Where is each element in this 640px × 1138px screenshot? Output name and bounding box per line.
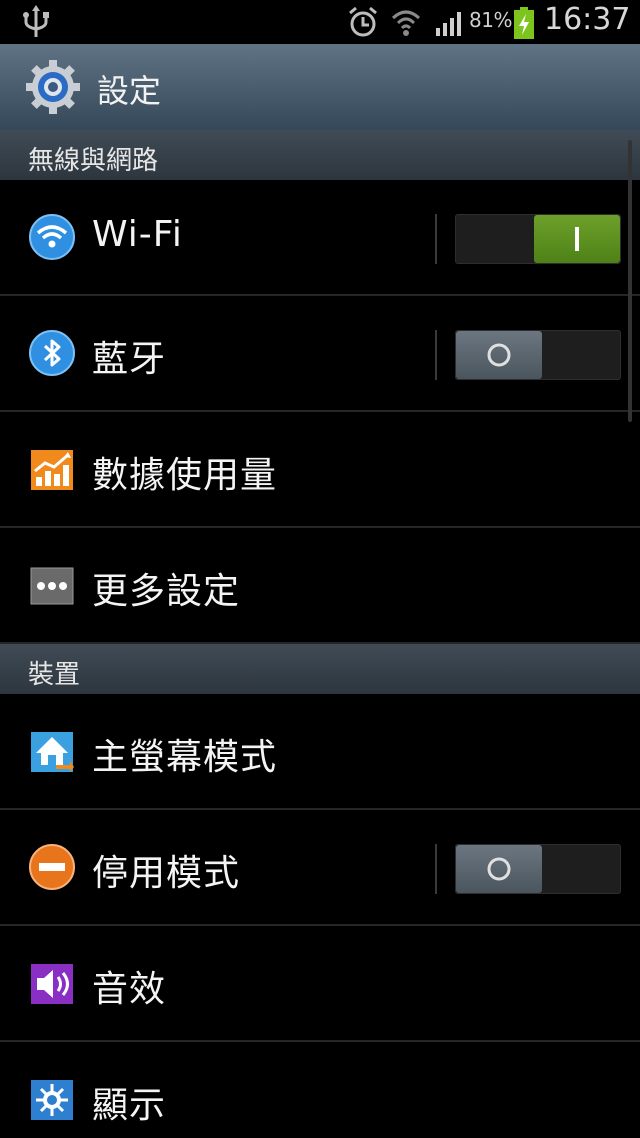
clock: 16:37 — [544, 2, 631, 37]
section-header-device: 裝置 — [0, 644, 640, 694]
settings-item-label: 數據使用量 — [92, 455, 278, 496]
alarm-icon — [349, 6, 377, 37]
settings-item-wifi[interactable]: Wi-Fi — [0, 180, 640, 296]
settings-item-sound[interactable]: 音效 — [0, 926, 640, 1042]
home-screen-mode-icon — [31, 732, 74, 772]
settings-item-label: 停用模式 — [92, 853, 241, 894]
settings-item-bluetooth[interactable]: 藍牙 — [0, 296, 640, 412]
scrollbar[interactable] — [628, 140, 632, 422]
settings-item-data-usage[interactable]: 數據使用量 — [0, 412, 640, 528]
settings-item-label: 顯示 — [92, 1085, 167, 1126]
data-usage-icon — [31, 450, 73, 490]
settings-item-display[interactable]: 顯示 — [0, 1042, 640, 1138]
blocking-mode-toggle[interactable] — [455, 844, 621, 894]
settings-item-label: 藍牙 — [92, 339, 167, 380]
bluetooth-icon — [29, 330, 75, 376]
usb-icon — [23, 5, 49, 37]
settings-item-home-screen-mode[interactable]: 主螢幕模式 — [0, 694, 640, 810]
wifi-toggle[interactable] — [455, 214, 621, 264]
row-divider — [435, 330, 437, 380]
row-divider — [435, 844, 437, 894]
settings-gear-icon[interactable] — [24, 58, 82, 116]
sound-icon — [31, 964, 73, 1004]
settings-item-blocking-mode[interactable]: 停用模式 — [0, 810, 640, 926]
wifi-status-icon — [391, 10, 421, 36]
row-divider — [435, 214, 437, 264]
display-icon — [31, 1080, 73, 1120]
blocking-mode-icon — [29, 844, 75, 890]
section-header-label: 裝置 — [28, 660, 81, 690]
section-header-label: 無線與網路 — [28, 146, 159, 176]
settings-item-more-settings[interactable]: 更多設定 — [0, 528, 640, 644]
wifi-icon — [29, 214, 75, 260]
settings-item-label: Wi-Fi — [92, 214, 183, 255]
settings-item-label: 更多設定 — [92, 571, 241, 612]
section-header-wireless: 無線與網路 — [0, 130, 640, 180]
bluetooth-toggle[interactable] — [455, 330, 621, 380]
signal-icon — [436, 12, 461, 36]
settings-item-label: 主螢幕模式 — [92, 737, 278, 778]
battery-charging-icon — [514, 7, 534, 39]
status-bar: 81% 16:37 — [0, 0, 640, 44]
page-title: 設定 — [97, 72, 162, 110]
settings-item-label: 音效 — [92, 969, 167, 1010]
title-bar: 設定 — [0, 44, 640, 131]
battery-percent: 81% — [469, 8, 512, 32]
more-settings-icon — [30, 567, 74, 605]
